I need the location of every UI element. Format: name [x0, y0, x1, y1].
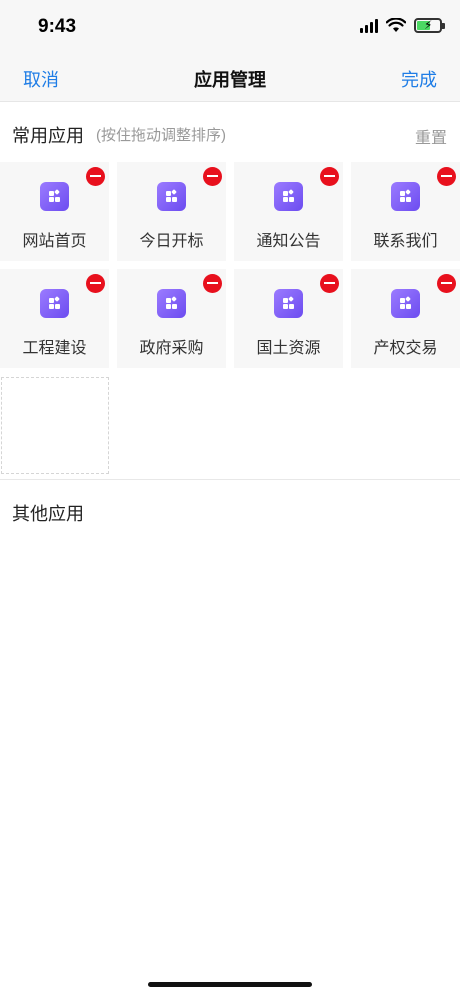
- section-divider: [0, 479, 460, 480]
- status-bar: 9:43 ⚡: [0, 0, 460, 56]
- remove-app-button[interactable]: [437, 167, 456, 186]
- app-tile-label: 国土资源: [256, 340, 321, 357]
- app-tile-label: 网站首页: [22, 233, 87, 250]
- cellular-signal-icon: [360, 18, 378, 33]
- drag-sort-hint: (按住拖动调整排序): [96, 127, 226, 144]
- home-indicator: [148, 982, 312, 987]
- app-tile-property-trading[interactable]: 产权交易: [351, 269, 460, 368]
- app-tile-label: 产权交易: [373, 340, 438, 357]
- app-tile-label: 今日开标: [139, 233, 204, 250]
- remove-app-button[interactable]: [320, 167, 339, 186]
- remove-app-button[interactable]: [320, 274, 339, 293]
- status-icons: ⚡: [360, 18, 445, 33]
- app-tile-land-resources[interactable]: 国土资源: [234, 269, 343, 368]
- app-tile-construction[interactable]: 工程建设: [0, 269, 109, 368]
- app-tile-today-bidding[interactable]: 今日开标: [117, 162, 226, 261]
- common-apps-title: 常用应用: [12, 126, 84, 146]
- app-grid-icon: [391, 182, 420, 211]
- app-tile-label: 政府采购: [139, 340, 204, 357]
- app-tile-label: 通知公告: [256, 233, 321, 250]
- battery-charging-icon: ⚡: [414, 18, 445, 33]
- app-grid-icon: [40, 289, 69, 318]
- app-grid-icon: [157, 289, 186, 318]
- reset-button[interactable]: 重置: [415, 124, 447, 148]
- common-apps-header: 常用应用 (按住拖动调整排序) 重置: [0, 102, 460, 162]
- app-tile-contact-us[interactable]: 联系我们: [351, 162, 460, 261]
- app-tile-label: 工程建设: [22, 340, 87, 357]
- app-tile-government-procurement[interactable]: 政府采购: [117, 269, 226, 368]
- app-grid-icon: [391, 289, 420, 318]
- remove-app-button[interactable]: [203, 167, 222, 186]
- app-tile-website-home[interactable]: 网站首页: [0, 162, 109, 261]
- remove-app-button[interactable]: [437, 274, 456, 293]
- common-apps-grid: 网站首页 今日开标 通知公告 联系我们 工程建设 政府采购 国土资源 产权交易: [0, 162, 460, 368]
- remove-app-button[interactable]: [203, 274, 222, 293]
- app-grid-icon: [157, 182, 186, 211]
- other-apps-title: 其他应用: [12, 504, 84, 524]
- status-time: 9:43: [38, 16, 77, 37]
- app-tile-announcements[interactable]: 通知公告: [234, 162, 343, 261]
- app-grid-icon: [274, 289, 303, 318]
- app-tile-label: 联系我们: [373, 233, 438, 250]
- done-button[interactable]: 完成: [401, 66, 437, 92]
- remove-app-button[interactable]: [86, 274, 105, 293]
- nav-bar: 取消 应用管理 完成: [0, 56, 460, 102]
- empty-drop-slot: [1, 377, 109, 474]
- wifi-icon: [386, 18, 406, 32]
- page-title: 应用管理: [194, 70, 266, 90]
- app-grid-icon: [40, 182, 69, 211]
- app-grid-icon: [274, 182, 303, 211]
- remove-app-button[interactable]: [86, 167, 105, 186]
